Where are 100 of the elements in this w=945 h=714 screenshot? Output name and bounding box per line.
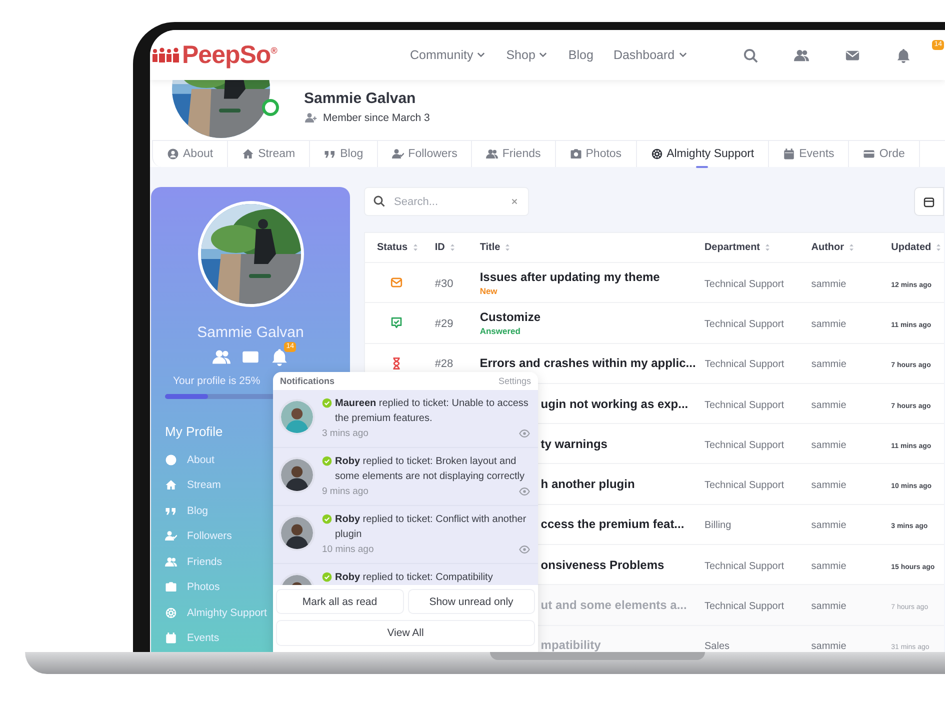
profile-tab[interactable]: Followers (378, 141, 472, 167)
panel-button[interactable]: Show unread only (408, 589, 535, 614)
profile-tab[interactable]: Almighty Support (636, 141, 770, 167)
envelope-icon (390, 276, 404, 290)
check-icon (322, 572, 332, 582)
notification-item[interactable]: Roby replied to ticket: Conflict with another plugin 10 mins ago (273, 506, 538, 564)
people-icon (486, 148, 498, 160)
camera-icon (570, 148, 582, 160)
check-icon (322, 398, 332, 408)
ticket-title[interactable]: ugin not working as exp... (540, 396, 692, 411)
menu-heading: My Profile (165, 424, 223, 439)
profile-tab[interactable]: About (153, 141, 228, 167)
column-header[interactable]: Status (365, 242, 429, 253)
author: sammie (811, 480, 846, 492)
ticket-title[interactable]: Customize (480, 310, 692, 324)
sort-icon (934, 243, 944, 252)
author: sammie (811, 601, 846, 612)
profile-tab[interactable]: Friends (472, 141, 556, 167)
ticket-title[interactable]: ty warnings (540, 436, 692, 451)
ticket-id: #29 (434, 318, 454, 330)
avatar (279, 399, 315, 435)
department: Sales (704, 641, 730, 652)
author: sammie (811, 400, 846, 411)
column-header[interactable]: Updated (888, 242, 944, 253)
department: Technical Support (704, 480, 784, 492)
calendar-icon (923, 196, 935, 208)
notifications-button[interactable] (270, 348, 289, 366)
column-header[interactable]: ID (428, 242, 471, 253)
profile-tab[interactable]: Stream (228, 141, 310, 167)
author: sammie (811, 641, 846, 652)
sort-icon (410, 243, 420, 252)
notification-item[interactable]: Maureen replied to ticket: Unable to access the premium features. 3 mins ago (273, 390, 538, 448)
author: sammie (811, 560, 846, 572)
column-header[interactable]: Author (804, 242, 888, 253)
calendar-icon (783, 148, 796, 160)
eye-icon (519, 544, 530, 555)
wheel-icon (650, 148, 663, 160)
department: Technical Support (704, 560, 784, 572)
camera-icon (165, 581, 177, 594)
author: sammie (811, 520, 846, 532)
nav-link[interactable]: Community (410, 48, 486, 62)
nav-link[interactable]: Dashboard (613, 48, 688, 62)
author: sammie (811, 440, 846, 451)
chat-check-icon (390, 316, 404, 330)
status-label: New (480, 286, 498, 296)
quote-icon (324, 148, 336, 160)
bell-icon (270, 348, 289, 366)
notification-item[interactable]: Roby replied to ticket: Broken layout and some elements are not displaying correctly 9 mins ago (273, 448, 538, 506)
user-check-icon (165, 530, 177, 542)
wheel-icon (165, 606, 177, 619)
panel-title: Notifications (280, 376, 335, 386)
author: sammie (811, 278, 846, 290)
calendar-icon (165, 632, 177, 644)
department: Technical Support (704, 318, 784, 330)
member-since: Member since March 3 (323, 112, 430, 124)
avatar (279, 515, 315, 551)
department: Technical Support (704, 359, 784, 370)
user-circle-icon (165, 454, 177, 466)
check-icon (322, 456, 332, 466)
sort-icon (763, 243, 772, 252)
home-icon (165, 479, 177, 492)
sort-icon (847, 243, 856, 252)
department: Technical Support (704, 278, 784, 290)
people-icon (165, 556, 177, 568)
completion-text: Your profile is 25% (173, 375, 260, 387)
ticket-title[interactable]: h another plugin (540, 477, 692, 492)
profile-tab[interactable]: Orde (849, 141, 920, 167)
ticket-title[interactable]: ccess the premium feat... (540, 517, 692, 532)
ticket-title[interactable]: onsiveness Problems (540, 558, 692, 572)
home-icon (242, 148, 254, 160)
ticket-title[interactable]: Errors and crashes within my applic... (480, 356, 693, 370)
profile-tab[interactable]: Photos (556, 141, 637, 167)
profile-tab[interactable]: Events (769, 141, 850, 167)
view-all-button[interactable]: View All (276, 620, 535, 646)
profile-tab[interactable]: Blog (310, 141, 378, 167)
nav-link[interactable]: Shop (506, 48, 548, 62)
user-circle-icon (167, 148, 179, 160)
column-header[interactable]: Title (470, 242, 692, 253)
author: sammie (811, 318, 846, 330)
profile-name: Sammie Galvan (304, 90, 417, 107)
panel-button[interactable]: Mark all as read (276, 589, 404, 614)
friends-button[interactable] (212, 348, 231, 366)
department: Billing (704, 520, 732, 532)
ticket-id: #30 (434, 278, 454, 290)
author: sammie (811, 359, 846, 370)
column-header[interactable]: Department (692, 242, 804, 253)
nav-link[interactable]: Blog (568, 48, 594, 62)
ticket-title[interactable]: Issues after updating my theme (480, 270, 692, 284)
ticket-id: #28 (434, 358, 454, 370)
calendar-button[interactable] (914, 187, 944, 216)
search-icon (373, 195, 385, 207)
search-field[interactable]: Search... (364, 187, 529, 216)
user-plus-icon (304, 112, 318, 124)
department: Technical Support (704, 601, 784, 612)
check-icon (322, 514, 332, 524)
eye-icon (519, 428, 530, 439)
logo[interactable]: PeepSo$^{®}$ (150, 40, 410, 70)
user-check-icon (392, 148, 404, 160)
status-label: Answered (480, 326, 522, 336)
bell-icon (896, 48, 911, 62)
